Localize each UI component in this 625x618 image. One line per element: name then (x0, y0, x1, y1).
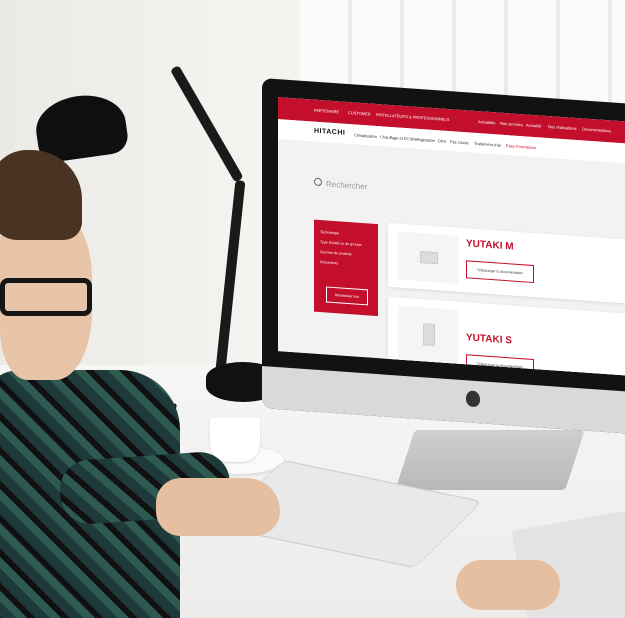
page-content: Rechercher Se connecter Technologie Type… (278, 139, 625, 377)
product-card[interactable]: YUTAKI S Télécharger la documentation (388, 296, 625, 377)
imac-monitor: PARTENAIRE CUSTOMER INSTALLATEURS & PROF… (262, 78, 625, 435)
nav-item[interactable]: Réfrigération (412, 136, 435, 143)
topbar-link[interactable]: INSTALLATEURS & PROFESSIONNELS (376, 112, 449, 122)
topbar-right-link[interactable]: Actualités (478, 119, 495, 125)
search-field[interactable]: Rechercher (314, 177, 368, 192)
topbar-right-link[interactable]: Nos réalisations (548, 124, 576, 131)
search-icon (314, 177, 322, 187)
coffee-cup (210, 418, 260, 462)
hitachi-logo[interactable]: HITACHI (314, 128, 345, 137)
nav-item[interactable]: Pac Guide (450, 139, 469, 145)
filter-item[interactable]: Documents (320, 260, 338, 265)
nav-item[interactable]: Climatisation (354, 132, 377, 139)
person-hand-right (456, 560, 560, 610)
reset-filters-button[interactable]: Réinitialiser tout (326, 286, 368, 306)
nav-item-active[interactable]: Easy Formations (506, 143, 536, 150)
person-hand (156, 478, 280, 536)
product-thumbnail (398, 305, 458, 366)
filter-panel: Technologie Type d'unité ou de groupe Ga… (314, 219, 378, 317)
product-title[interactable]: YUTAKI S (466, 332, 512, 346)
product-card[interactable]: YUTAKI M Télécharger la documentation (388, 222, 625, 305)
nav-item[interactable]: DRV (438, 138, 446, 144)
download-doc-button[interactable]: Télécharger la documentation (466, 260, 534, 284)
monitor-screen: PARTENAIRE CUSTOMER INSTALLATEURS & PROF… (278, 97, 625, 377)
topbar-right-link[interactable]: Documentations (582, 126, 611, 133)
filter-item[interactable]: Gamme de produits (320, 250, 352, 256)
person-glasses (0, 278, 92, 316)
product-title[interactable]: YUTAKI M (466, 238, 514, 252)
topbar-right-link[interactable]: Nos services (500, 121, 523, 128)
filter-item[interactable]: Technologie (320, 230, 339, 235)
download-doc-button[interactable]: Télécharger la documentation (466, 354, 534, 377)
nav-item[interactable]: Traitement d'air (474, 141, 502, 148)
product-thumbnail (398, 231, 458, 284)
apple-logo-icon (466, 390, 480, 408)
topbar-link[interactable]: CUSTOMER (348, 110, 371, 117)
filter-item[interactable]: Type d'unité ou de groupe (320, 240, 361, 247)
monitor-stand (395, 430, 585, 490)
topbar-right-link[interactable]: Actualité (526, 122, 541, 128)
search-placeholder: Rechercher (326, 179, 368, 192)
topbar-link[interactable]: PARTENAIRE (314, 108, 339, 115)
photo-scene: PARTENAIRE CUSTOMER INSTALLATEURS & PROF… (0, 0, 625, 618)
nav-item[interactable]: Chauffage et ECS (380, 134, 412, 141)
